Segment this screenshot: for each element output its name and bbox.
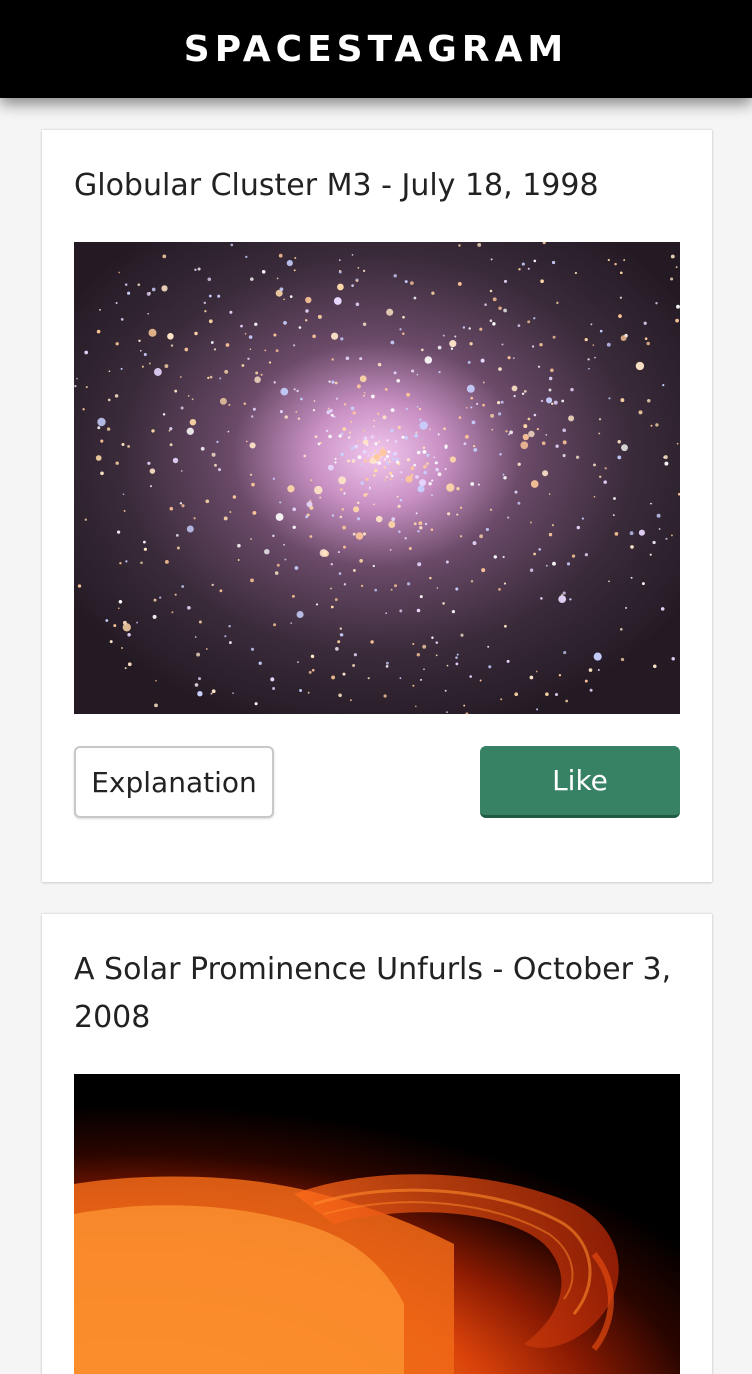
post-image: [74, 242, 680, 714]
post-title: Globular Cluster M3 - July 18, 1998: [74, 168, 599, 203]
post-title: A Solar Prominence Unfurls - October 3, …: [74, 952, 672, 1035]
like-button[interactable]: Like: [480, 746, 680, 818]
post-card: Globular Cluster M3 - July 18, 1998 Expl…: [42, 130, 712, 882]
post-card: A Solar Prominence Unfurls - October 3, …: [42, 914, 712, 1374]
app-header: SPACESTAGRAM: [0, 0, 752, 98]
explanation-button[interactable]: Explanation: [74, 746, 274, 818]
app-logo[interactable]: SPACESTAGRAM: [184, 29, 568, 70]
post-image: [74, 1074, 680, 1374]
